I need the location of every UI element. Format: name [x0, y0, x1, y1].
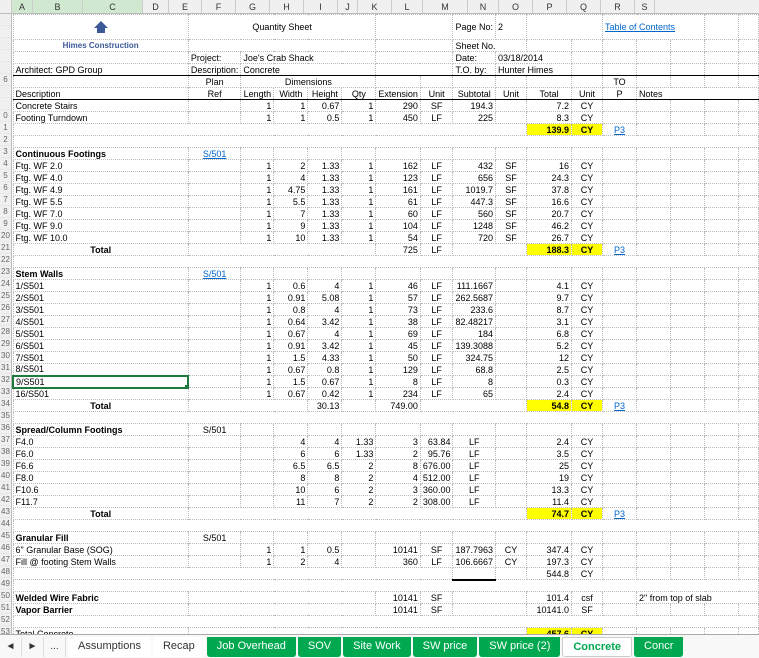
tab-site-work[interactable]: Site Work	[343, 637, 410, 657]
section-cont-foot[interactable]: Continuous Footings	[13, 148, 188, 160]
row-desc[interactable]: Concrete Stairs	[13, 100, 188, 112]
tab-sw-price[interactable]: SW price	[413, 637, 478, 657]
section-spread[interactable]: Spread/Column Footings	[13, 424, 188, 436]
tab-recap[interactable]: Recap	[153, 637, 205, 657]
tab-nav-next[interactable]: ►	[22, 637, 44, 657]
company-name[interactable]: Himes Construction	[13, 40, 188, 52]
tab-concrete[interactable]: Concrete	[562, 637, 632, 657]
link-toc: Table of Contents	[605, 22, 675, 32]
section-vb[interactable]: Vapor Barrier	[13, 604, 188, 616]
section-gran[interactable]: Granular Fill	[13, 532, 188, 544]
tab-assumptions[interactable]: Assumptions	[68, 637, 151, 657]
tab-job-overhead[interactable]: Job Overhead	[207, 637, 296, 657]
section-wwf[interactable]: Welded Wire Fabric	[13, 592, 188, 604]
title-quantity-sheet[interactable]: Quantity Sheet	[188, 15, 376, 40]
logo-icon[interactable]	[13, 15, 188, 40]
tab-sov[interactable]: SOV	[298, 637, 341, 657]
architect[interactable]: Architect: GPD Group	[13, 64, 188, 76]
tab-concr[interactable]: Concr	[634, 637, 683, 657]
tab-nav-more[interactable]: ...	[44, 637, 66, 657]
section-stem[interactable]: Stem Walls	[13, 268, 188, 280]
hdr-plan[interactable]: Plan	[188, 76, 241, 88]
row-numbers: 6012345678920212223242526272829303132333…	[0, 14, 12, 650]
hdr-dims[interactable]: Dimensions	[241, 76, 376, 88]
hdr-desc[interactable]: Description	[13, 88, 188, 100]
link-p3[interactable]: P3	[603, 124, 637, 136]
row-desc[interactable]: Footing Turndown	[13, 112, 188, 124]
tab-sw-price-2-[interactable]: SW price (2)	[479, 637, 560, 657]
column-headers: ABCDEFGHIJKLMNOPQRS	[0, 0, 759, 14]
project-name[interactable]: Joe's Crab Shack	[241, 52, 376, 64]
tab-nav-prev[interactable]: ◄	[0, 637, 22, 657]
spreadsheet-grid[interactable]: Quantity SheetPage No:2Table of Contents…	[12, 14, 759, 634]
sheet-tabs: ◄ ► ... AssumptionsRecapJob OverheadSOVS…	[0, 634, 759, 658]
